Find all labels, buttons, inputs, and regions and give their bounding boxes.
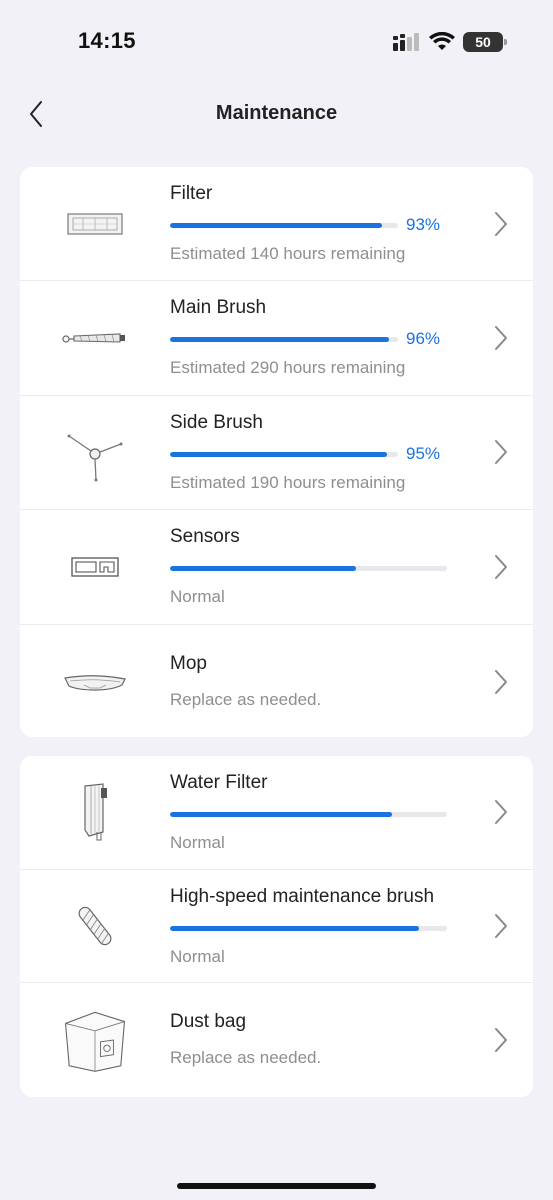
- maintenance-group-primary: Filter 93% Estimated 140 hours remaining…: [20, 167, 533, 737]
- item-subtitle: Normal: [170, 946, 225, 966]
- item-title: High-speed maintenance brush: [170, 885, 435, 907]
- cellular-signal-icon: [393, 33, 419, 51]
- progress-bar: [170, 223, 398, 228]
- progress-fill: [170, 451, 387, 457]
- maintenance-brush-icon: [60, 891, 130, 961]
- chevron-right-icon: [495, 669, 507, 694]
- progress-bar: [170, 925, 447, 931]
- item-title: Sensors: [170, 526, 240, 548]
- status-time: 14:15: [78, 28, 136, 53]
- maintenance-item-water-filter[interactable]: Water Filter Normal: [20, 756, 533, 870]
- progress-percent: 95%: [406, 443, 441, 463]
- page-title: Maintenance: [215, 102, 338, 124]
- progress-fill: [170, 812, 392, 817]
- chevron-right-icon: [495, 440, 507, 465]
- item-subtitle: Replace as needed.: [170, 1048, 322, 1068]
- navigation-bar: Maintenance: [0, 86, 553, 142]
- side-brush-icon: [60, 417, 130, 487]
- progress-bar: [170, 451, 398, 457]
- item-title: Water Filter: [170, 772, 268, 793]
- chevron-right-icon: [495, 800, 507, 825]
- dust-bag-icon: [60, 1005, 130, 1075]
- mop-icon: [60, 647, 130, 717]
- item-title: Main Brush: [170, 297, 267, 319]
- progress-fill: [170, 566, 356, 572]
- item-title: Filter: [170, 183, 213, 204]
- item-subtitle: Estimated 190 hours remaining: [170, 472, 406, 492]
- progress-bar: [170, 566, 447, 572]
- sensors-icon: [60, 532, 130, 602]
- progress-fill: [170, 223, 383, 228]
- filter-icon: [60, 189, 130, 259]
- maintenance-item-mop[interactable]: Mop Replace as needed.: [20, 625, 533, 737]
- item-title: Mop: [170, 652, 207, 674]
- status-bar: 14:15 50: [0, 0, 553, 80]
- progress-bar: [170, 337, 398, 343]
- chevron-right-icon: [495, 554, 507, 579]
- progress-bar: [170, 812, 447, 817]
- battery-level: 50: [475, 34, 491, 50]
- chevron-right-icon: [495, 211, 507, 236]
- chevron-right-icon: [495, 914, 507, 939]
- progress-percent: 96%: [406, 329, 441, 349]
- progress-fill: [170, 925, 420, 931]
- main-brush-icon: [60, 303, 130, 373]
- item-subtitle: Normal: [170, 587, 225, 607]
- maintenance-item-sensors[interactable]: Sensors Normal: [20, 510, 533, 625]
- maintenance-group-station: Water Filter Normal High-speed maintenan…: [20, 756, 533, 1097]
- wifi-icon: [429, 32, 455, 50]
- status-icons: 50: [393, 30, 507, 54]
- maintenance-item-main-brush[interactable]: Main Brush 96% Estimated 290 hours remai…: [20, 281, 533, 396]
- item-subtitle: Estimated 140 hours remaining: [170, 244, 406, 263]
- item-subtitle: Estimated 290 hours remaining: [170, 358, 406, 378]
- maintenance-item-dust-bag[interactable]: Dust bag Replace as needed.: [20, 983, 533, 1097]
- maintenance-item-side-brush[interactable]: Side Brush 95% Estimated 190 hours remai…: [20, 396, 533, 511]
- progress-percent: 93%: [406, 215, 441, 234]
- item-subtitle: Normal: [170, 833, 225, 852]
- progress-fill: [170, 337, 389, 343]
- chevron-right-icon: [495, 1028, 507, 1053]
- item-title: Side Brush: [170, 411, 263, 433]
- water-filter-icon: [60, 777, 130, 847]
- battery-indicator: 50: [463, 32, 507, 52]
- item-title: Dust bag: [170, 1011, 247, 1033]
- maintenance-item-high-speed-brush[interactable]: High-speed maintenance brush Normal: [20, 870, 533, 984]
- maintenance-item-filter[interactable]: Filter 93% Estimated 140 hours remaining: [20, 167, 533, 282]
- home-indicator[interactable]: [177, 1183, 376, 1189]
- item-subtitle: Replace as needed.: [170, 689, 322, 709]
- chevron-right-icon: [495, 326, 507, 351]
